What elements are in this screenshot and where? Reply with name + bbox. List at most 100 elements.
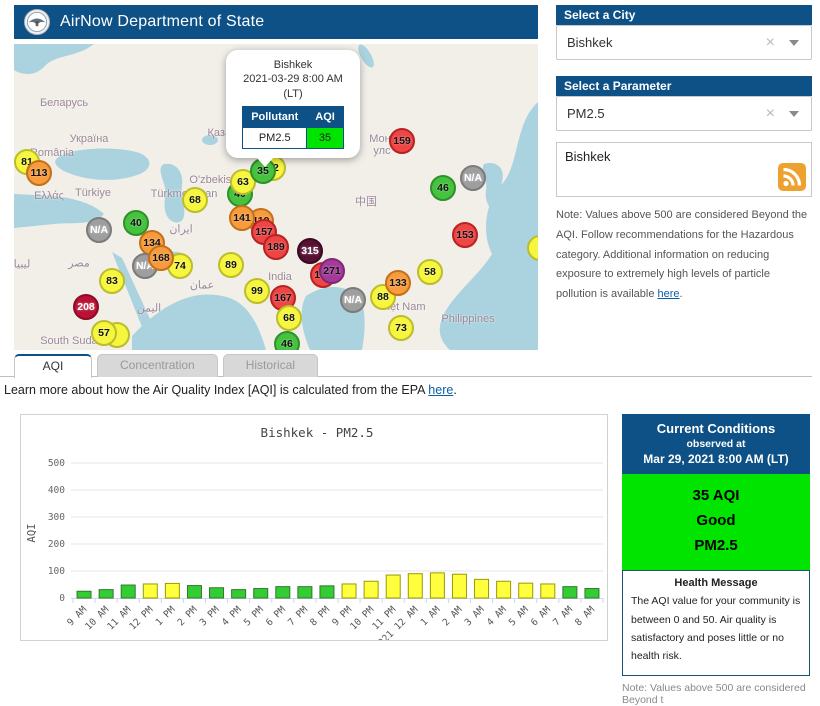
city-select[interactable]: Bishkek × <box>556 25 812 60</box>
current-conditions-header: Current Conditions observed at Mar 29, 2… <box>622 414 810 474</box>
aqi-marker-73[interactable]: 73 <box>388 315 414 341</box>
map-label: ايران <box>169 223 193 236</box>
aqi-marker-189[interactable]: 189 <box>263 234 289 260</box>
tab-historical[interactable]: Historical <box>222 354 319 377</box>
aqi-marker-57[interactable]: 57 <box>91 320 117 346</box>
bar-3 PM <box>209 587 225 599</box>
aqi-chart-panel: Bishkek - PM2.5 AQI 0 100 200 300 400 500 9 AM 10… <box>20 414 608 653</box>
bar-5 PM <box>253 588 269 599</box>
popup-timezone: (LT) <box>283 87 303 100</box>
bar-4 AM <box>496 580 512 599</box>
parameter-select-value: PM2.5 <box>567 106 605 121</box>
aqi-marker-68[interactable]: 68 <box>182 187 208 213</box>
chart-title: Bishkek - PM2.5 <box>261 425 374 440</box>
y-tick-label: 300 <box>48 512 65 523</box>
y-tick-label: 100 <box>48 566 65 577</box>
aqi-marker-208[interactable]: 208 <box>73 294 99 320</box>
health-message-title: Health Message <box>674 577 758 590</box>
rss-icon[interactable] <box>778 163 806 191</box>
current-aqi-category: Good <box>696 511 736 529</box>
map-label: اليمن <box>136 302 162 315</box>
bar-1 AM <box>429 572 445 599</box>
y-tick-label: 0 <box>59 593 65 604</box>
tab-concentration[interactable]: Concentration <box>97 354 218 377</box>
aqi-marker-58[interactable]: 58 <box>417 259 443 285</box>
aqi-note-clipped: Note: Values above 500 are considered Be… <box>622 681 806 706</box>
popup-aqi-value: 35 <box>306 127 344 150</box>
popup-col-pollutant: Pollutant <box>242 105 308 129</box>
bar-10 AM <box>98 589 114 599</box>
popup-datetime: 2021-03-29 8:00 AM <box>243 73 343 86</box>
current-aqi-pollutant: PM2.5 <box>694 536 738 554</box>
aqi-marker-na[interactable]: N/A <box>340 287 366 313</box>
aqi-marker-68[interactable]: 68 <box>276 305 302 331</box>
x-tick-label: 7 AM <box>551 604 575 628</box>
aqi-marker-271[interactable]: 271 <box>319 258 345 284</box>
parameter-dropdown-arrow-icon[interactable] <box>789 110 799 117</box>
observed-at-label: observed at <box>686 438 746 450</box>
bar-8 AM <box>584 588 600 599</box>
aqi-marker-na[interactable]: N/A <box>86 217 112 243</box>
y-tick-label: 200 <box>48 539 65 550</box>
aqi-marker-99[interactable]: 99 <box>244 278 270 304</box>
x-tick-label: 12 PM <box>127 604 155 632</box>
map-label: улс <box>373 145 391 157</box>
x-tick-label: 3 AM <box>463 604 487 628</box>
x-tick-label: 6 PM <box>264 604 288 628</box>
observed-at-value: Mar 29, 2021 8:00 AM (LT) <box>643 452 789 466</box>
map-label: عمان <box>189 279 215 292</box>
map-label: ليبيا <box>14 258 31 271</box>
aqi-marker-83[interactable]: 83 <box>99 268 125 294</box>
aqi-marker-113[interactable]: 113 <box>26 160 52 186</box>
aqi-marker-89[interactable]: 89 <box>218 252 244 278</box>
popup-col-aqi: AQI <box>306 105 344 129</box>
city-select-value: Bishkek <box>567 35 613 50</box>
bar-6 AM <box>540 583 556 599</box>
popup-pollutant-value: PM2.5 <box>242 127 308 150</box>
learn-more-text: Learn more about how the Air Quality Ind… <box>4 383 457 397</box>
x-tick-label: 5 PM <box>242 604 266 628</box>
aqi-marker-159[interactable]: 159 <box>389 128 415 154</box>
parameter-clear-icon[interactable]: × <box>766 105 775 122</box>
map-label: Philippines <box>441 313 495 325</box>
x-tick-label: 10 PM <box>348 604 376 632</box>
x-tick-label: 7 PM <box>286 604 310 628</box>
bar-9 AM <box>76 590 92 599</box>
bar-7 PM <box>297 586 313 599</box>
aqi-marker-46[interactable]: 46 <box>430 175 456 201</box>
x-tick-label: 5 AM <box>507 604 531 628</box>
health-message-text: The AQI value for your community is betw… <box>631 595 801 663</box>
bar-11 AM <box>120 584 136 599</box>
aqi-marker-46[interactable]: 46 <box>274 331 300 350</box>
bar-9 PM <box>341 583 357 599</box>
chart-ylabel: AQI <box>26 524 38 543</box>
city-clear-icon[interactable]: × <box>766 34 775 51</box>
city-dropdown-arrow-icon[interactable] <box>789 39 799 46</box>
x-tick-label: 3 PM <box>198 604 222 628</box>
aqi-bar-chart: Bishkek - PM2.5AQI01002003004005009 AM10… <box>26 425 604 653</box>
map-label: Türkiye <box>74 187 112 199</box>
bar-3 AM <box>474 578 490 599</box>
map-label: India <box>268 271 292 283</box>
map-label: Беларусь <box>39 97 89 109</box>
current-aqi-value: 35 AQI <box>692 487 740 504</box>
x-tick-label: 1 PM <box>154 604 178 628</box>
app-header: AirNow Department of State <box>14 5 538 39</box>
parameter-select[interactable]: PM2.5 × <box>556 96 812 131</box>
tab-aqi[interactable]: AQI <box>14 354 92 378</box>
learn-more-link[interactable]: here <box>428 383 453 397</box>
aqi-marker-na[interactable]: N/A <box>460 165 486 191</box>
x-tick-label: 8 PM <box>308 604 332 628</box>
bar-5 AM <box>518 582 534 599</box>
aqi-marker-133[interactable]: 133 <box>385 270 411 296</box>
sidebar-note-link[interactable]: here <box>658 288 680 300</box>
aqi-marker-153[interactable]: 153 <box>452 222 478 248</box>
x-tick-label: 10 AM <box>83 604 111 632</box>
aqi-marker-168[interactable]: 168 <box>148 245 174 271</box>
sidebar-note-suffix: . <box>679 288 683 301</box>
y-tick-label: 500 <box>48 458 65 469</box>
select-city-header: Select a City <box>556 5 812 25</box>
aqi-world-map[interactable]: БеларусьУкраїнаRomâniaΕλλάςTürkiyeҚазақс… <box>14 44 538 350</box>
aqi-marker-315[interactable]: 315 <box>297 238 323 264</box>
x-tick-label: 4 AM <box>485 604 509 628</box>
